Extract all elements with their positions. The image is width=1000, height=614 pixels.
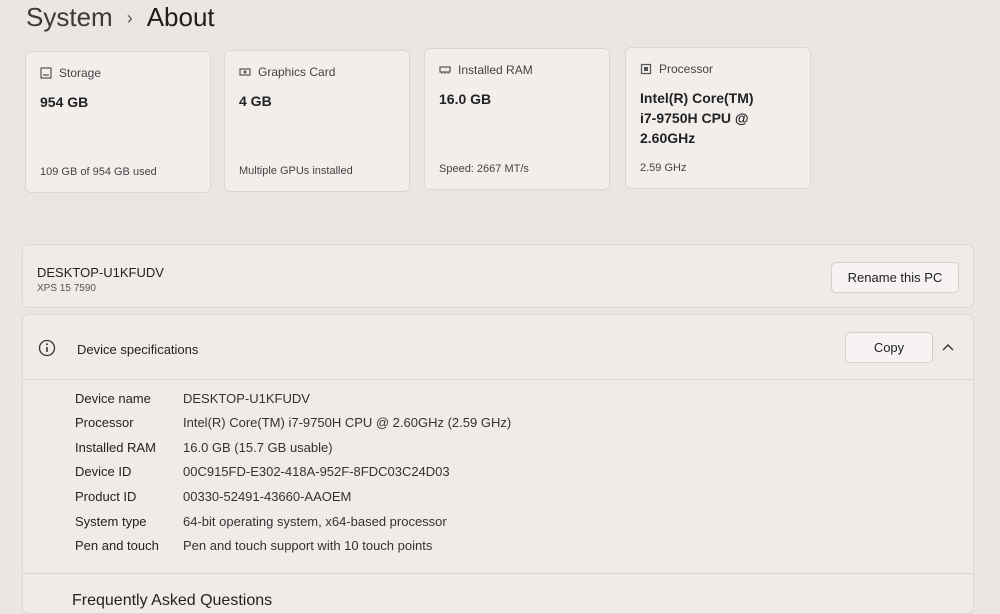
spec-label: Pen and touch bbox=[75, 538, 159, 553]
info-icon bbox=[38, 339, 56, 357]
spec-label: Device name bbox=[75, 391, 151, 406]
card-value: 16.0 GB bbox=[439, 91, 492, 107]
copy-button[interactable]: Copy bbox=[845, 332, 933, 363]
divider bbox=[23, 573, 973, 574]
card-header: Installed RAM bbox=[439, 63, 533, 77]
spec-label: Product ID bbox=[75, 489, 137, 504]
spec-row-device-name: Device name DESKTOP-U1KFUDV bbox=[75, 391, 310, 406]
spec-label: Processor bbox=[75, 415, 134, 430]
chevron-right-icon: › bbox=[126, 8, 133, 28]
breadcrumb-system[interactable]: System bbox=[26, 2, 113, 33]
card-value: 954 GB bbox=[40, 94, 89, 110]
card-header: Storage bbox=[40, 66, 101, 80]
spec-row-device-id: Device ID 00C915FD-E302-418A-952F-8FDC03… bbox=[75, 464, 450, 479]
pc-name: DESKTOP-U1KFUDV bbox=[37, 265, 164, 280]
spec-value: 00330-52491-43660-AAOEM bbox=[183, 489, 352, 504]
spec-label: Installed RAM bbox=[75, 440, 156, 455]
spec-value: 00C915FD-E302-418A-952F-8FDC03C24D03 bbox=[183, 464, 450, 479]
storage-icon bbox=[40, 67, 52, 79]
card-label: Storage bbox=[59, 66, 102, 80]
ram-icon bbox=[439, 66, 451, 74]
spec-row-system-type: System type 64-bit operating system, x64… bbox=[75, 514, 447, 529]
card-value: Intel(R) Core(TM) i7-9750H CPU @ 2.60GHz bbox=[640, 88, 754, 148]
card-subtext: Speed: 2667 MT/s bbox=[439, 163, 529, 175]
graphics-card-card[interactable]: Graphics Card 4 GB Multiple GPUs install… bbox=[224, 50, 410, 192]
spec-value: 64-bit operating system, x64-based proce… bbox=[183, 514, 447, 529]
page-title: About bbox=[146, 2, 215, 32]
device-specifications-panel: Device specifications Copy Device name D… bbox=[22, 314, 974, 614]
pc-model: XPS 15 7590 bbox=[37, 283, 96, 294]
card-subtext: 109 GB of 954 GB used bbox=[40, 166, 157, 178]
card-label: Processor bbox=[659, 62, 714, 76]
card-value-line: Intel(R) Core(TM) bbox=[640, 90, 754, 106]
card-subtext: 2.59 GHz bbox=[640, 162, 687, 174]
spec-value: Pen and touch support with 10 touch poin… bbox=[183, 538, 433, 553]
card-label: Graphics Card bbox=[258, 65, 336, 79]
installed-ram-card[interactable]: Installed RAM 16.0 GB Speed: 2667 MT/s bbox=[424, 48, 610, 190]
spec-row-pen-and-touch: Pen and touch Pen and touch support with… bbox=[75, 538, 432, 553]
device-name-panel: DESKTOP-U1KFUDV XPS 15 7590 Rename this … bbox=[22, 244, 974, 308]
spec-value: Intel(R) Core(TM) i7-9750H CPU @ 2.60GHz… bbox=[183, 415, 512, 430]
spec-row-processor: Processor Intel(R) Core(TM) i7-9750H CPU… bbox=[75, 415, 511, 430]
card-subtext: Multiple GPUs installed bbox=[239, 165, 353, 177]
graphics-card-icon bbox=[239, 68, 251, 76]
spec-value: 16.0 GB (15.7 GB usable) bbox=[183, 440, 333, 455]
spec-row-installed-ram: Installed RAM 16.0 GB (15.7 GB usable) bbox=[75, 440, 333, 455]
spec-label: Device ID bbox=[75, 464, 132, 479]
processor-icon bbox=[640, 63, 652, 75]
card-label: Installed RAM bbox=[458, 63, 533, 77]
divider bbox=[23, 379, 973, 380]
card-value-line: 2.60GHz bbox=[640, 130, 696, 146]
rename-pc-button[interactable]: Rename this PC bbox=[831, 262, 959, 293]
spec-label: System type bbox=[75, 514, 147, 529]
spec-value: DESKTOP-U1KFUDV bbox=[183, 391, 310, 406]
storage-card[interactable]: Storage 954 GB 109 GB of 954 GB used bbox=[25, 51, 211, 193]
breadcrumb: System › About bbox=[26, 2, 215, 33]
card-header: Graphics Card bbox=[239, 65, 335, 79]
card-header: Processor bbox=[640, 62, 713, 76]
card-value: 4 GB bbox=[239, 93, 272, 109]
faq-heading: Frequently Asked Questions bbox=[72, 592, 273, 609]
card-value-line: i7-9750H CPU @ bbox=[640, 110, 749, 126]
chevron-up-icon[interactable] bbox=[941, 341, 955, 355]
processor-card[interactable]: Processor Intel(R) Core(TM) i7-9750H CPU… bbox=[625, 47, 811, 189]
device-specifications-title: Device specifications bbox=[77, 342, 199, 357]
spec-row-product-id: Product ID 00330-52491-43660-AAOEM bbox=[75, 489, 351, 504]
